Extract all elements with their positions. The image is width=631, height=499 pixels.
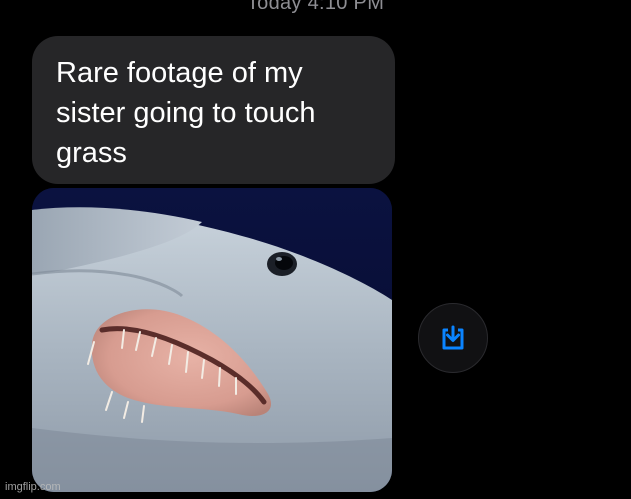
message-text: Rare footage of my sister going to touch… (56, 57, 316, 169)
goblin-shark-photo (32, 188, 392, 492)
save-image-button[interactable] (418, 303, 488, 373)
message-thread: Today 4:10 PM Rare footage of my sister … (0, 0, 631, 499)
watermark: imgflip.com (5, 481, 61, 493)
image-attachment[interactable] (32, 188, 392, 492)
message-bubble[interactable]: Rare footage of my sister going to touch… (32, 36, 395, 184)
save-to-downloads-icon (442, 325, 464, 350)
message-timestamp: Today 4:10 PM (246, 0, 385, 14)
